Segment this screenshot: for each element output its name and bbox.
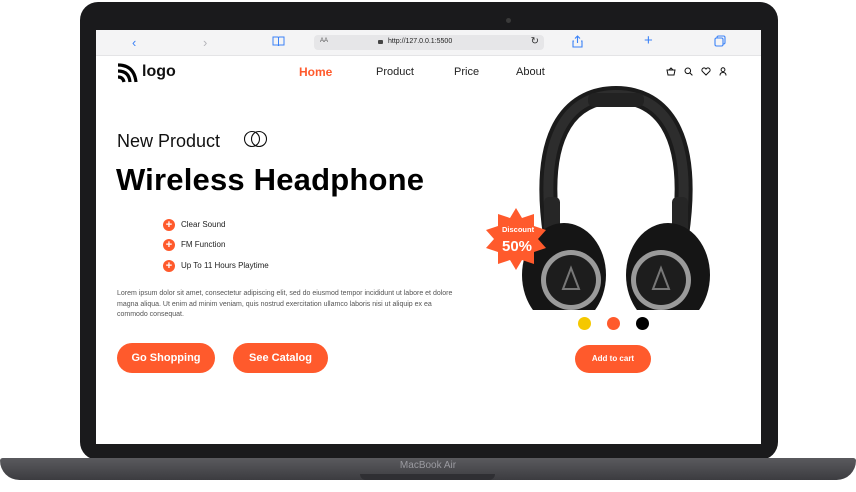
back-icon[interactable]: ‹ bbox=[132, 35, 136, 50]
browser-toolbar: ‹ › AA http://127.0.0.1:5500 ↻ + bbox=[96, 30, 761, 56]
plus-icon: + bbox=[163, 239, 175, 251]
url-text: http://127.0.0.1:5500 bbox=[388, 38, 453, 45]
go-shopping-button[interactable]: Go Shopping bbox=[117, 343, 215, 373]
user-icon[interactable] bbox=[719, 67, 727, 78]
address-bar[interactable]: AA http://127.0.0.1:5500 ↻ bbox=[314, 35, 544, 50]
device-label: MacBook Air bbox=[399, 460, 457, 471]
heart-icon[interactable] bbox=[701, 67, 711, 78]
screen: ‹ › AA http://127.0.0.1:5500 ↻ + logo Ho… bbox=[96, 30, 761, 444]
nav-price[interactable]: Price bbox=[454, 66, 479, 78]
nav-about[interactable]: About bbox=[516, 66, 545, 78]
plus-icon: + bbox=[163, 260, 175, 272]
laptop-notch bbox=[360, 474, 495, 480]
color-option-orange[interactable] bbox=[607, 317, 620, 330]
lock-icon bbox=[378, 40, 383, 44]
new-tab-icon[interactable]: + bbox=[644, 33, 653, 48]
hero-description: Lorem ipsum dolor sit amet, consectetur … bbox=[117, 290, 453, 318]
see-catalog-button[interactable]: See Catalog bbox=[233, 343, 328, 373]
nav-product[interactable]: Product bbox=[376, 66, 414, 78]
badge-value: 50% bbox=[502, 238, 533, 255]
search-icon[interactable] bbox=[684, 67, 693, 78]
badge-label: Discount bbox=[502, 225, 535, 234]
eyebrow-text: New Product bbox=[117, 131, 221, 151]
feature-label: Clear Sound bbox=[181, 220, 226, 229]
hero-title: Wireless Headphone bbox=[116, 162, 425, 197]
reload-icon[interactable]: ↻ bbox=[531, 36, 539, 47]
color-option-yellow[interactable] bbox=[578, 317, 591, 330]
share-icon[interactable] bbox=[572, 35, 583, 51]
forward-icon[interactable]: › bbox=[203, 35, 207, 50]
text-size-button[interactable]: AA bbox=[320, 38, 328, 44]
feature-label: FM Function bbox=[181, 240, 226, 249]
color-option-black[interactable] bbox=[636, 317, 649, 330]
headphone-image bbox=[516, 85, 716, 327]
plus-icon: + bbox=[163, 219, 175, 231]
rings-icon bbox=[242, 128, 270, 155]
tabs-icon[interactable] bbox=[714, 35, 726, 50]
nav-home[interactable]: Home bbox=[299, 65, 332, 79]
webcam bbox=[506, 18, 511, 23]
book-icon[interactable] bbox=[272, 35, 285, 50]
basket-icon[interactable] bbox=[666, 67, 676, 78]
add-to-cart-button[interactable]: Add to cart bbox=[575, 345, 651, 373]
logo-text[interactable]: logo bbox=[142, 63, 176, 81]
logo-icon[interactable] bbox=[116, 63, 138, 88]
feature-label: Up To 11 Hours Playtime bbox=[181, 261, 269, 270]
